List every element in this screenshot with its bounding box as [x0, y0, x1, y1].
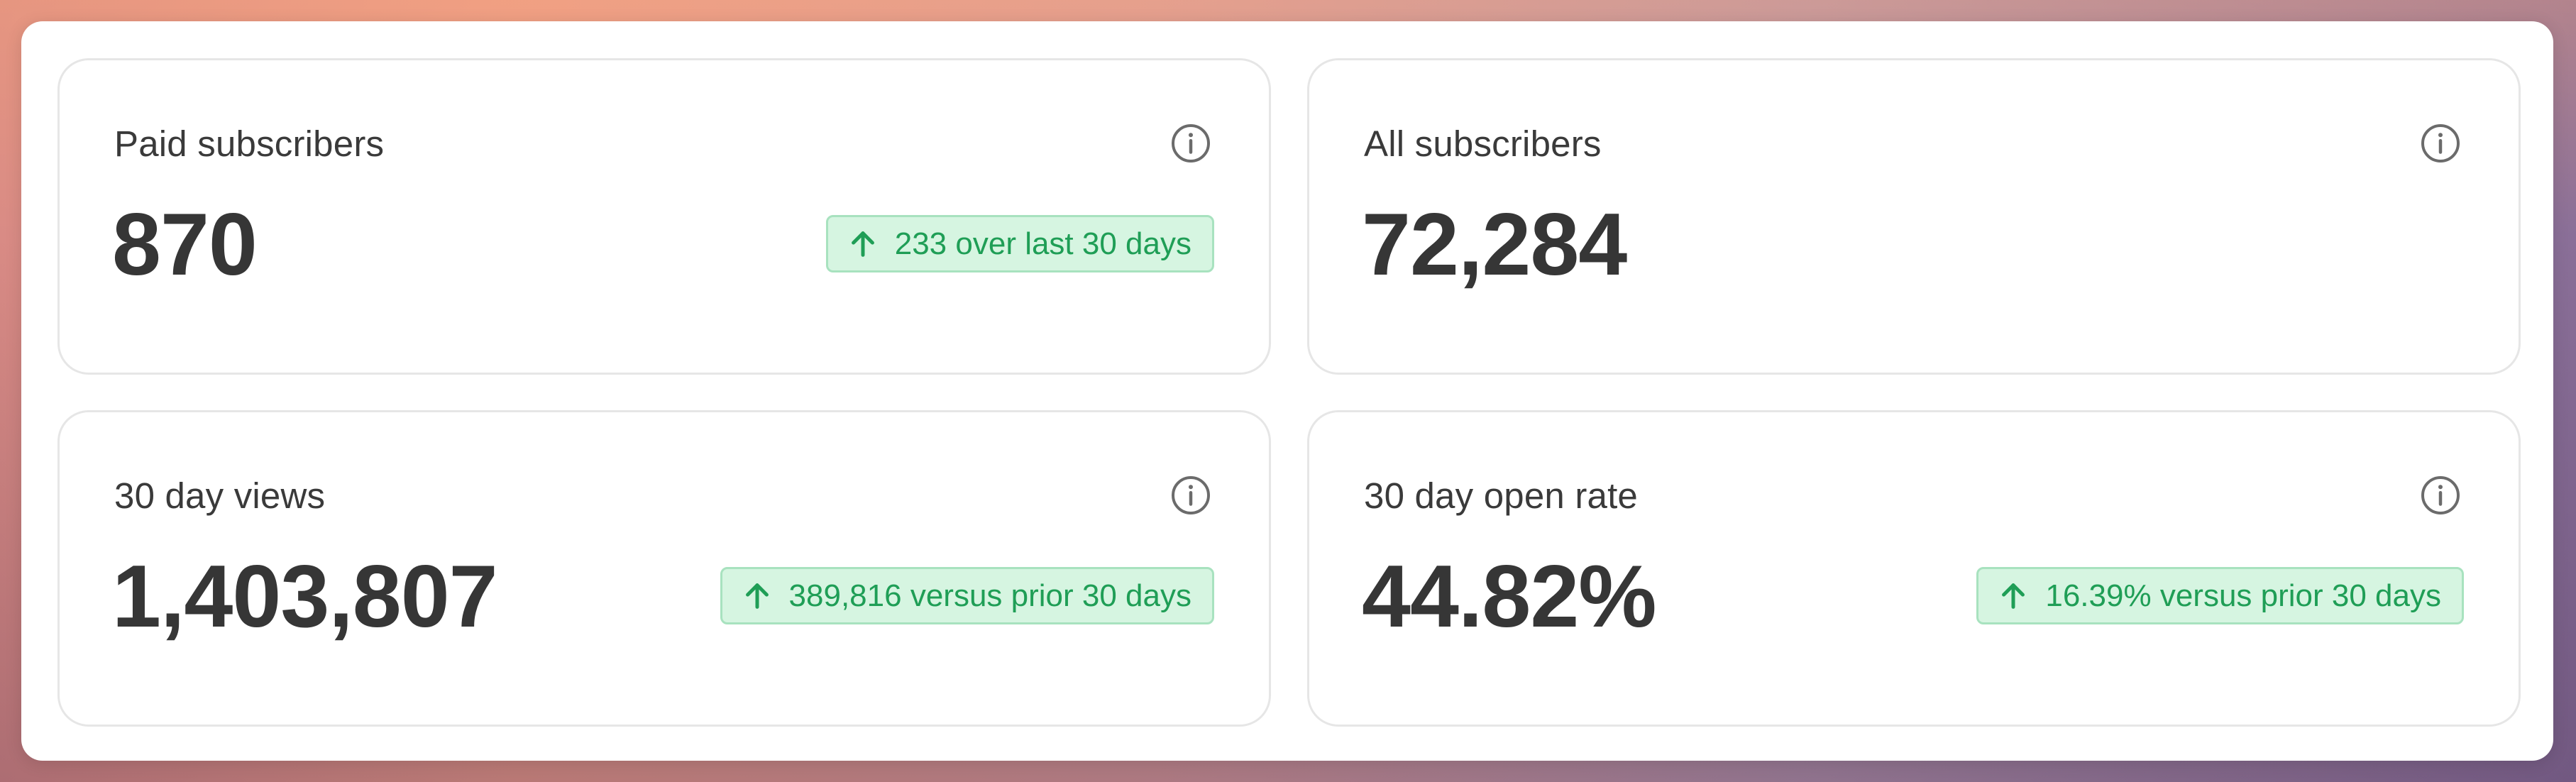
arrow-up-icon — [847, 228, 879, 260]
info-icon[interactable] — [2419, 122, 2462, 165]
info-icon[interactable] — [1169, 122, 1212, 165]
stat-card-30-day-views: 30 day views 1,403,807 389,816 versus pr… — [57, 410, 1271, 727]
trend-badge: 233 over last 30 days — [825, 215, 1214, 272]
card-value: 1,403,807 — [112, 548, 498, 646]
stat-card-paid-subscribers: Paid subscribers 870 233 over last 30 da… — [57, 58, 1271, 375]
card-value: 72,284 — [1362, 196, 1627, 294]
card-value: 870 — [112, 196, 258, 294]
arrow-up-icon — [741, 580, 774, 612]
info-icon[interactable] — [1169, 474, 1212, 517]
info-icon[interactable] — [2419, 474, 2462, 517]
card-title: 30 day open rate — [1364, 475, 1638, 516]
trend-text: 233 over last 30 days — [894, 226, 1191, 261]
stat-card-all-subscribers: All subscribers 72,284 — [1307, 58, 2521, 375]
card-title: All subscribers — [1364, 123, 1602, 164]
trend-text: 389,816 versus prior 30 days — [788, 578, 1191, 613]
trend-text: 16.39% versus prior 30 days — [2045, 578, 2441, 613]
card-title: Paid subscribers — [114, 123, 385, 164]
card-value: 44.82% — [1362, 548, 1657, 646]
trend-badge: 16.39% versus prior 30 days — [1976, 567, 2464, 624]
card-title: 30 day views — [114, 475, 326, 516]
trend-badge: 389,816 versus prior 30 days — [720, 567, 1214, 624]
arrow-up-icon — [1997, 580, 2030, 612]
stat-card-30-day-open-rate: 30 day open rate 44.82% 16.39% versus pr… — [1307, 410, 2521, 727]
stats-panel: Paid subscribers 870 233 over last 30 da… — [21, 21, 2553, 761]
